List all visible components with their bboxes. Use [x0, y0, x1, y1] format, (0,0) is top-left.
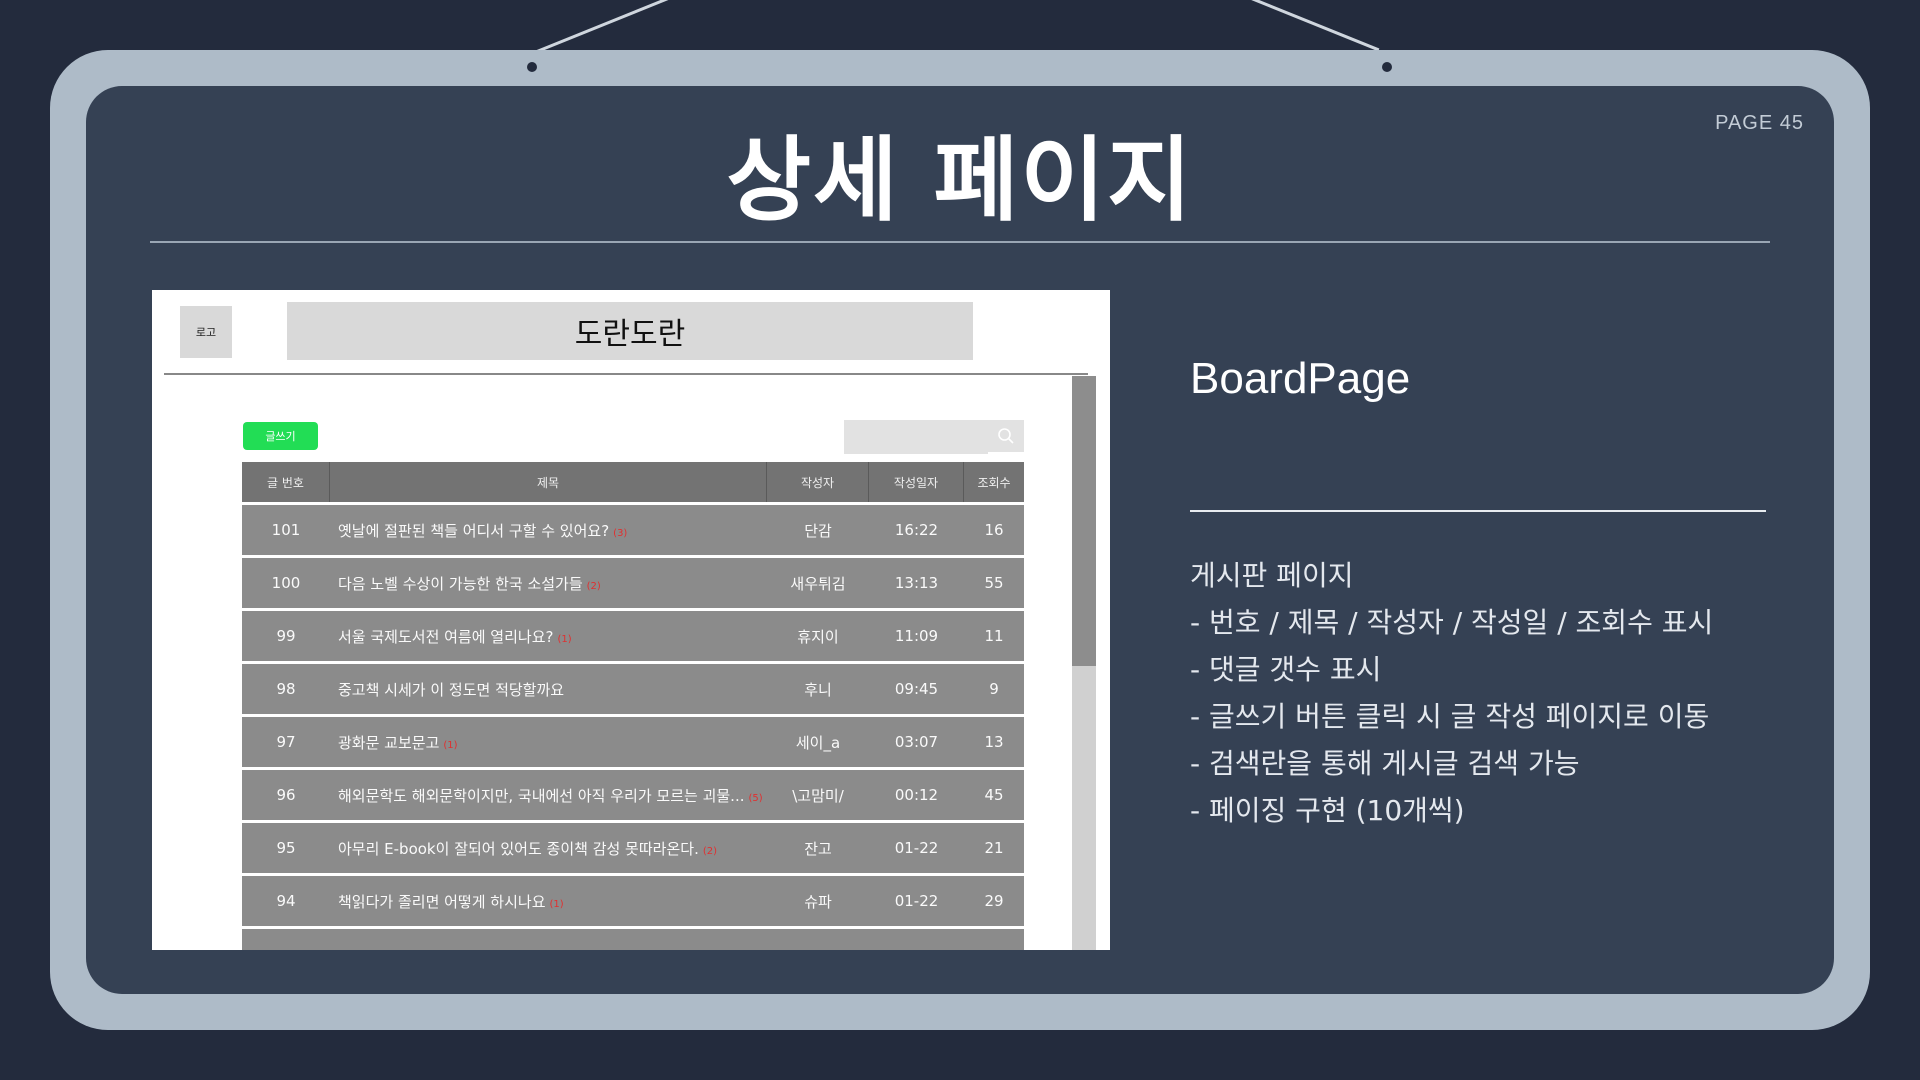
post-title[interactable]: 해외문학도 해외문학이지만, 국내에선 아직 우리가 모르는 괴물...	[338, 787, 744, 805]
board-page-screenshot: 로고 도란도란 글쓰기 글 번호 제목 작성자 작성일자 조회수 101 옛날에	[152, 290, 1110, 950]
post-views: 16	[984, 521, 1004, 539]
hanger-pin-right	[1382, 62, 1392, 72]
post-author: 슈파	[804, 892, 832, 911]
table-header: 글 번호 제목 작성자 작성일자 조회수	[242, 462, 1024, 502]
post-number: 95	[276, 839, 296, 857]
post-title[interactable]: 옛날에 절판된 책들 어디서 구할 수 있어요?	[338, 522, 609, 540]
description-list: 게시판 페이지 - 번호 / 제목 / 작성자 / 작성일 / 조회수 표시 -…	[1190, 552, 1713, 834]
post-title[interactable]: 광화문 교보문고	[338, 734, 439, 752]
table-row	[242, 926, 1024, 950]
comment-count: (5)	[748, 792, 763, 804]
post-title-cell[interactable]: 아무리 E-book이 잘되어 있어도 종이책 감성 못따라온다. (2)	[330, 838, 767, 859]
post-title-cell[interactable]: 중고책 시세가 이 정도면 적당할까요	[330, 679, 767, 700]
post-author: \고맘미/	[792, 786, 844, 805]
hanger-pin-left	[527, 62, 537, 72]
hanger-wire-right	[1248, 0, 1380, 52]
hanger-wire-left	[531, 0, 677, 55]
column-header-date: 작성일자	[869, 462, 964, 502]
post-number: 94	[276, 892, 296, 910]
table-row[interactable]: 94 책읽다가 졸리면 어떻게 하시나요 (1) 슈파 01-22 29	[242, 873, 1024, 926]
post-number: 98	[276, 680, 296, 698]
post-views: 13	[984, 733, 1004, 751]
table-row[interactable]: 96 해외문학도 해외문학이지만, 국내에선 아직 우리가 모르는 괴물... (…	[242, 767, 1024, 820]
post-number: 100	[271, 574, 301, 592]
post-views: 29	[984, 892, 1004, 910]
post-views: 55	[984, 574, 1004, 592]
column-header-title: 제목	[330, 462, 767, 502]
post-author: 단감	[804, 521, 832, 540]
post-views: 9	[989, 680, 999, 698]
post-date: 09:45	[894, 680, 939, 698]
post-number: 101	[271, 521, 301, 539]
comment-count: (2)	[586, 580, 601, 592]
post-views: 11	[984, 627, 1004, 645]
post-date: 00:12	[894, 786, 939, 804]
post-title[interactable]: 중고책 시세가 이 정도면 적당할까요	[338, 681, 564, 699]
section-subtitle: BoardPage	[1190, 354, 1411, 403]
search-icon	[998, 428, 1014, 444]
comment-count: (3)	[613, 527, 628, 539]
post-title-cell[interactable]: 광화문 교보문고 (1)	[330, 732, 767, 753]
comment-count: (2)	[702, 845, 718, 857]
post-date: 03:07	[894, 733, 939, 751]
post-title[interactable]: 아무리 E-book이 잘되어 있어도 종이책 감성 못따라온다.	[338, 840, 699, 858]
column-header-views: 조회수	[977, 475, 1011, 490]
description-line: - 글쓰기 버튼 클릭 시 글 작성 페이지로 이동	[1190, 700, 1710, 733]
post-author: 새우튀김	[790, 574, 846, 593]
logo[interactable]: 로고	[180, 306, 232, 358]
comment-count: (1)	[557, 633, 572, 645]
post-title[interactable]: 서울 국제도서전 여름에 열리나요?	[338, 628, 553, 646]
description-line: 게시판 페이지	[1190, 559, 1354, 592]
post-date: 01-22	[894, 892, 939, 910]
column-header-number: 글 번호	[242, 462, 330, 502]
post-author: 잔고	[804, 839, 832, 858]
search-input[interactable]	[844, 420, 988, 454]
table-row[interactable]: 98 중고책 시세가 이 정도면 적당할까요 후니 09:45 9	[242, 661, 1024, 714]
post-title-cell[interactable]: 다음 노벨 수상이 가능한 한국 소설가들 (2)	[330, 573, 767, 594]
post-date: 16:22	[894, 521, 939, 539]
description-line: - 페이징 구현 (10개씩)	[1190, 794, 1465, 827]
post-number: 96	[276, 786, 296, 804]
post-title-cell[interactable]: 책읽다가 졸리면 어떻게 하시나요 (1)	[330, 891, 767, 912]
board-table: 글 번호 제목 작성자 작성일자 조회수 101 옛날에 절판된 책들 어디서 …	[242, 462, 1024, 950]
slide-title: 상세 페이지	[726, 127, 1194, 234]
post-title[interactable]: 다음 노벨 수상이 가능한 한국 소설가들	[338, 575, 583, 593]
table-row[interactable]: 99 서울 국제도서전 여름에 열리나요? (1) 휴지이 11:09 11	[242, 608, 1024, 661]
post-date: 13:13	[894, 574, 939, 592]
column-header-author: 작성자	[767, 462, 869, 502]
slide-board: PAGE 45 상세 페이지 로고 도란도란 글쓰기 글 번호 제목 작성자 작…	[86, 86, 1834, 994]
comment-count: (1)	[443, 739, 458, 751]
post-number: 97	[276, 733, 296, 751]
post-date: 11:09	[894, 627, 939, 645]
site-title: 도란도란	[287, 302, 973, 360]
subtitle-divider	[1190, 510, 1766, 512]
post-title-cell[interactable]: 옛날에 절판된 책들 어디서 구할 수 있어요? (3)	[330, 520, 767, 541]
comment-count: (1)	[549, 898, 564, 910]
table-row[interactable]: 95 아무리 E-book이 잘되어 있어도 종이책 감성 못따라온다. (2) …	[242, 820, 1024, 873]
write-button[interactable]: 글쓰기	[243, 422, 318, 450]
description-line: - 댓글 갯수 표시	[1190, 653, 1382, 686]
post-views: 21	[984, 839, 1004, 857]
post-author: 후니	[804, 680, 832, 699]
title-divider	[150, 241, 1770, 243]
post-author: 휴지이	[797, 627, 839, 646]
scrollbar-thumb[interactable]	[1072, 376, 1096, 666]
description-line: - 번호 / 제목 / 작성자 / 작성일 / 조회수 표시	[1190, 606, 1714, 639]
description-line: - 검색란을 통해 게시글 검색 가능	[1190, 747, 1580, 780]
post-date: 01-22	[894, 839, 939, 857]
post-views: 45	[984, 786, 1004, 804]
table-row[interactable]: 100 다음 노벨 수상이 가능한 한국 소설가들 (2) 새우튀김 13:13 …	[242, 555, 1024, 608]
table-row[interactable]: 97 광화문 교보문고 (1) 세이_a 03:07 13	[242, 714, 1024, 767]
search-button[interactable]	[988, 420, 1024, 452]
post-title[interactable]: 책읽다가 졸리면 어떻게 하시나요	[338, 893, 546, 911]
table-row[interactable]: 101 옛날에 절판된 책들 어디서 구할 수 있어요? (3) 단감 16:22…	[242, 502, 1024, 555]
post-author: 세이_a	[795, 733, 841, 752]
post-number: 99	[276, 627, 296, 645]
post-title-cell[interactable]: 서울 국제도서전 여름에 열리나요? (1)	[330, 626, 767, 647]
post-title-cell[interactable]: 해외문학도 해외문학이지만, 국내에선 아직 우리가 모르는 괴물... (5)	[330, 785, 767, 806]
